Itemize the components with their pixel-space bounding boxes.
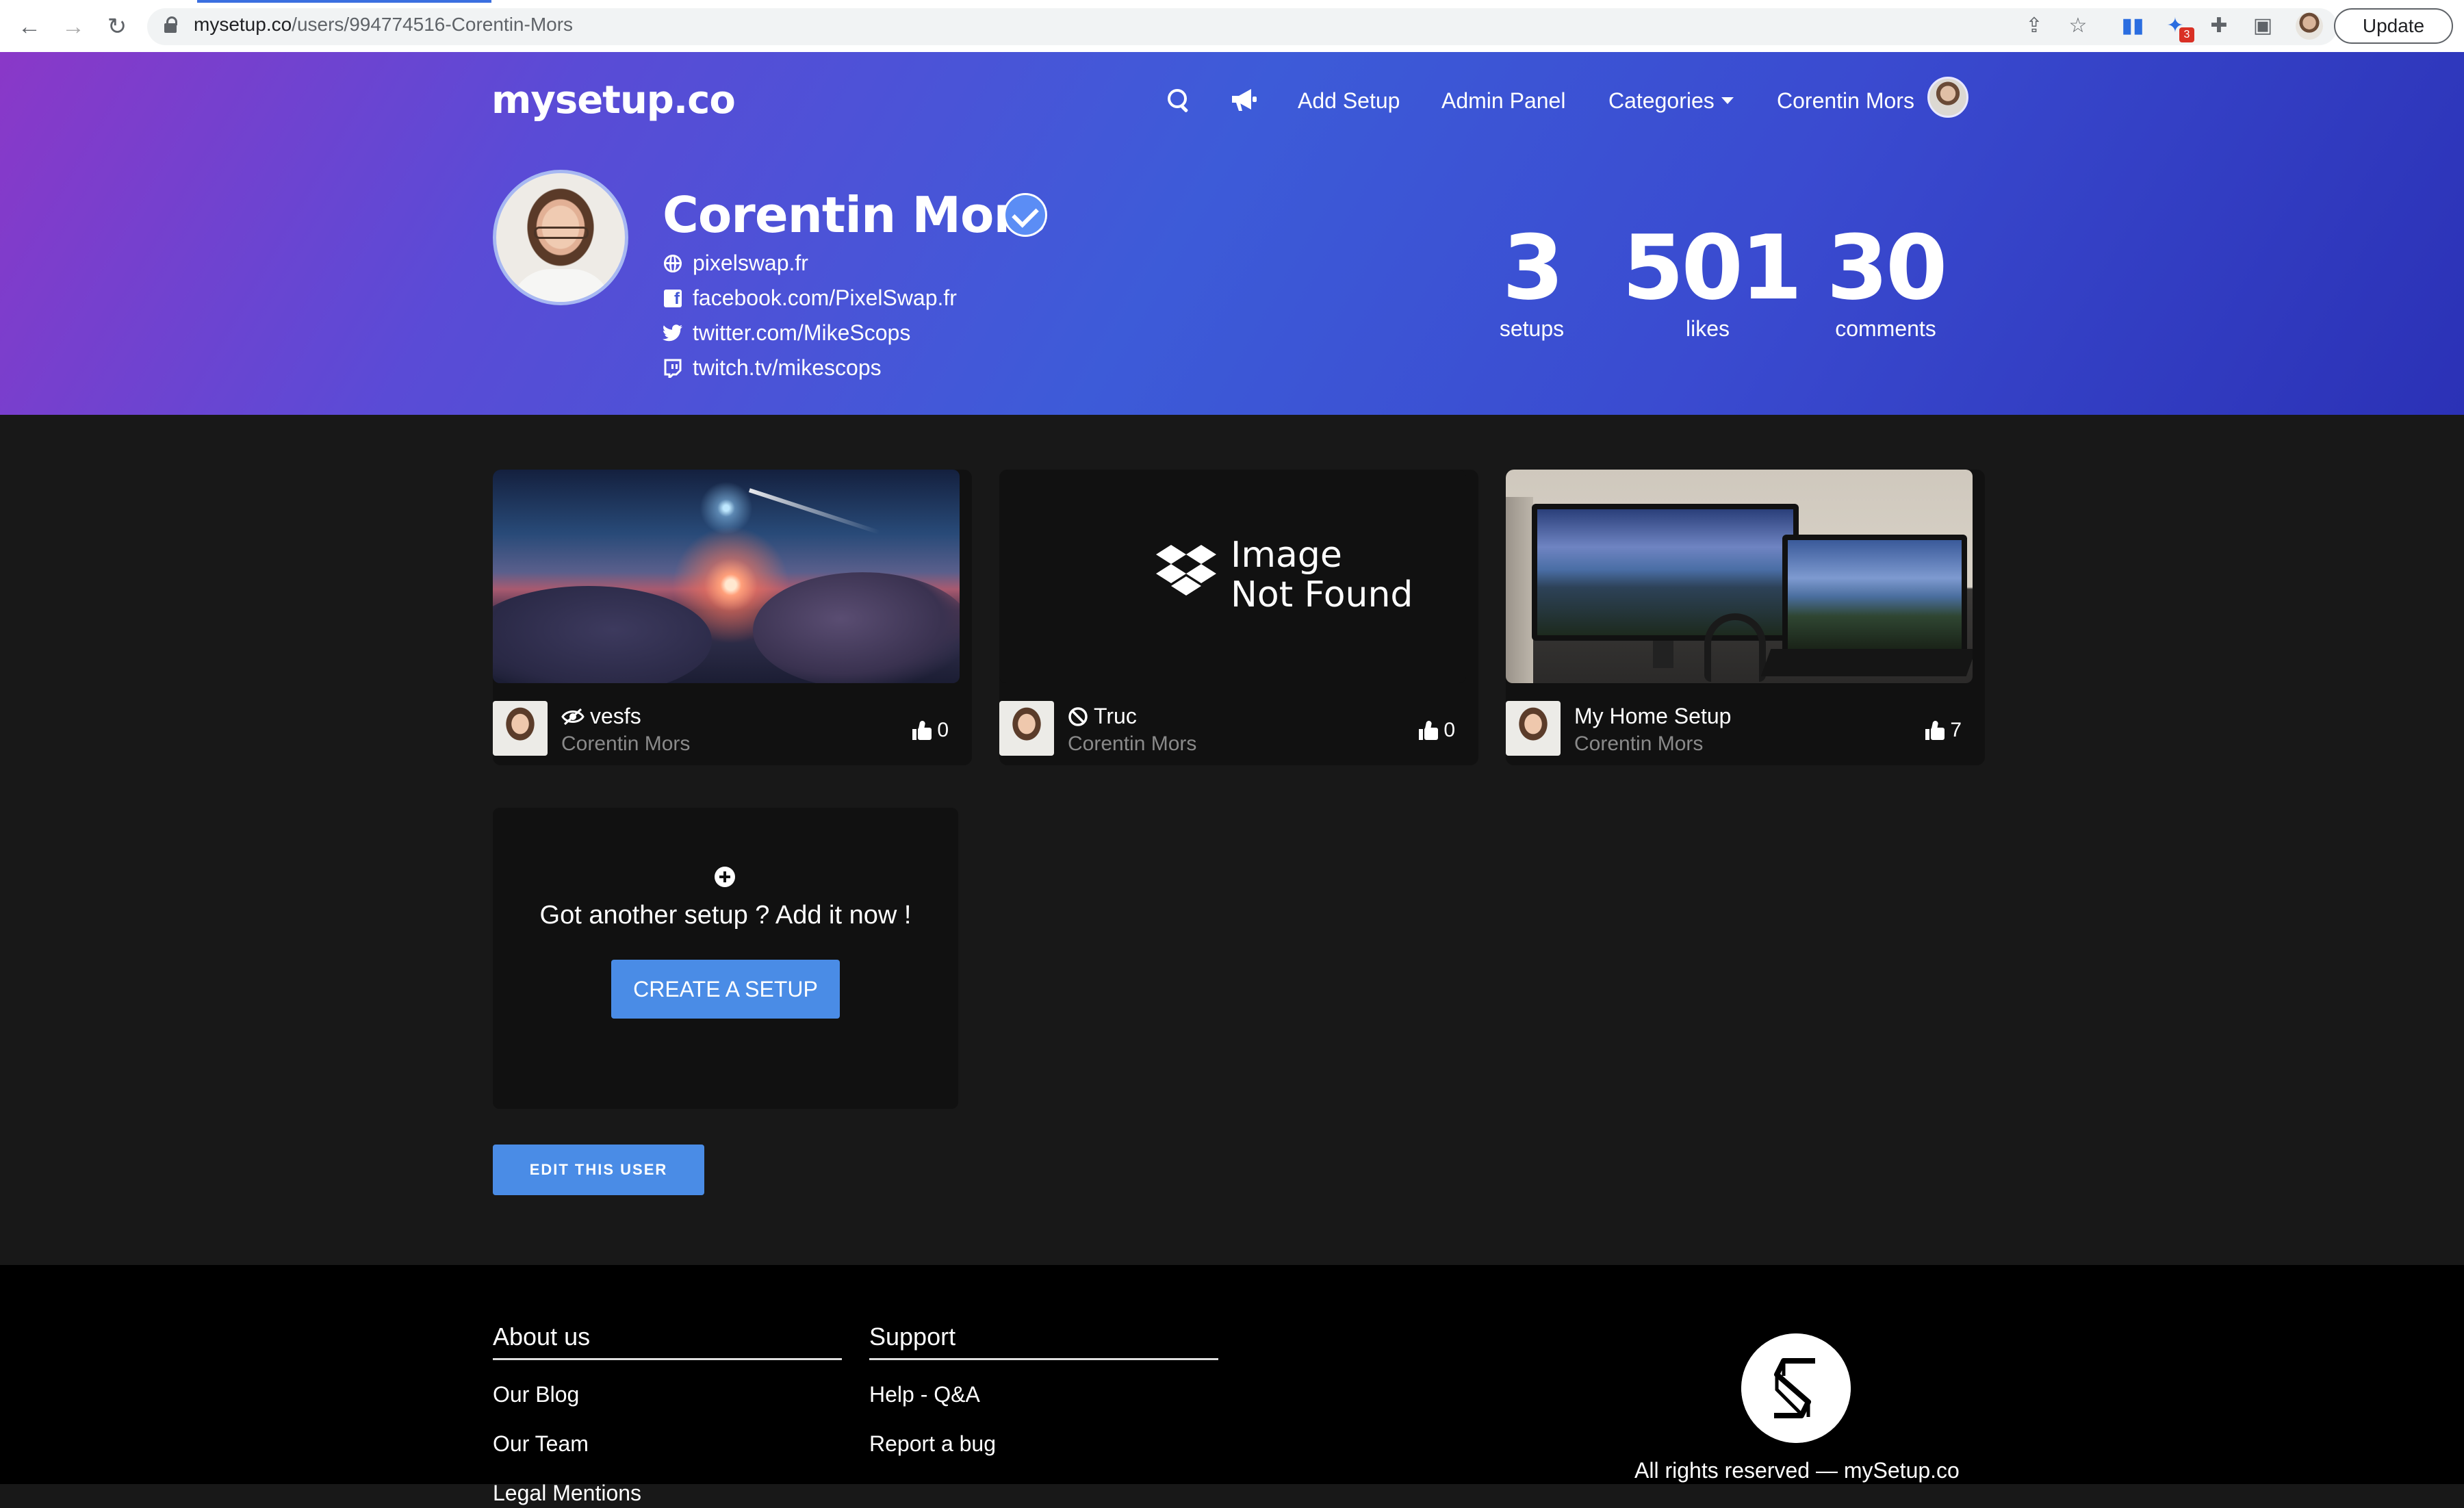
footer-about-heading: About us — [493, 1322, 842, 1360]
footer-link-legal[interactable]: Legal Mentions — [493, 1481, 842, 1508]
create-setup-button[interactable]: CREATE A SETUP — [611, 960, 840, 1019]
share-icon[interactable]: ⇪ — [2020, 12, 2048, 39]
caret-down-icon — [1721, 97, 1734, 104]
setup-likes[interactable]: 0 — [912, 719, 949, 742]
nav-categories[interactable]: Categories — [1608, 84, 1734, 118]
nav-user-menu[interactable]: Corentin Mors — [1777, 84, 1914, 118]
stat-comments: 30 comments — [1826, 216, 1948, 341]
megaphone-icon[interactable] — [1229, 85, 1259, 115]
setup-thumbnail[interactable] — [1506, 470, 1973, 683]
browser-toolbar: ← → ↻ mysetup.co/users/994774516-Corenti… — [0, 0, 2464, 53]
setup-owner[interactable]: Corentin Mors — [1574, 732, 1703, 756]
profile-name: Corentin Mors — [663, 186, 1047, 244]
stat-setups: 3 setups — [1499, 216, 1565, 341]
image-not-found-text: Image Not Found — [1231, 535, 1413, 615]
footer-support-heading: Support — [869, 1322, 1218, 1360]
profile-avatar — [493, 170, 628, 305]
setup-card[interactable]: My Home Setup Corentin Mors 7 — [1506, 470, 1985, 765]
add-setup-prompt: Got another setup ? Add it now ! — [539, 901, 912, 930]
nav-add-setup[interactable]: Add Setup — [1298, 84, 1400, 118]
verified-badge-icon — [1003, 193, 1047, 237]
thumbs-up-icon — [1419, 720, 1439, 740]
ban-icon — [1068, 706, 1088, 726]
back-icon[interactable]: ← — [12, 10, 47, 44]
setup-card-meta: My Home Setup Corentin Mors 7 — [1506, 695, 1985, 757]
reload-icon[interactable]: ↻ — [100, 10, 134, 44]
profile-avatar-icon[interactable] — [2296, 12, 2323, 40]
twitch-icon — [664, 359, 682, 378]
globe-icon — [664, 254, 682, 272]
add-setup-card: Got another setup ? Add it now ! CREATE … — [493, 808, 958, 1109]
setup-thumbnail-missing[interactable]: Image Not Found — [999, 470, 1466, 683]
hidden-eye-icon — [561, 708, 585, 725]
setup-likes[interactable]: 7 — [1925, 719, 1962, 742]
setup-owner[interactable]: Corentin Mors — [561, 732, 690, 756]
profile-link-facebook[interactable]: f facebook.com/PixelSwap.fr — [663, 285, 957, 311]
footer-link-report-bug[interactable]: Report a bug — [869, 1431, 1218, 1459]
profile-link-twitter[interactable]: twitter.com/MikeScops — [663, 320, 910, 346]
setup-thumbnail[interactable] — [493, 470, 960, 683]
profile-header: mysetup.co Add Setup Admin Panel Categor… — [0, 52, 2464, 415]
bookmark-star-icon[interactable]: ☆ — [2064, 12, 2092, 39]
forward-icon[interactable]: → — [56, 10, 90, 44]
nav-admin-panel[interactable]: Admin Panel — [1441, 84, 1565, 118]
side-panel-icon[interactable]: ▣ — [2249, 12, 2276, 39]
footer-link-help[interactable]: Help - Q&A — [869, 1382, 1218, 1409]
thumbs-up-icon — [912, 720, 932, 740]
setup-title[interactable]: My Home Setup — [1574, 704, 1731, 729]
puzzle-icon[interactable]: ✚ — [2205, 12, 2233, 39]
setup-card[interactable]: Image Not Found Truc Corentin Mors 0 — [999, 470, 1478, 765]
dropbox-icon — [1156, 545, 1216, 596]
nav-categories-label: Categories — [1608, 88, 1715, 113]
extension-badge: 3 — [2179, 27, 2194, 42]
search-icon[interactable] — [1166, 88, 1194, 115]
footer-support-column: Support Help - Q&A Report a bug — [869, 1322, 1218, 1459]
footer-link-blog[interactable]: Our Blog — [493, 1382, 842, 1409]
footer: About us Our Blog Our Team Legal Mention… — [0, 1265, 2464, 1505]
mysetup-logo-icon — [1741, 1333, 1851, 1443]
setup-card[interactable]: vesfs Corentin Mors 0 — [493, 470, 972, 765]
update-button[interactable]: Update — [2334, 8, 2453, 44]
url-text[interactable]: mysetup.co/users/994774516-Corentin-Mors — [194, 14, 573, 36]
thumbs-up-icon — [1925, 720, 1945, 740]
stat-likes: 501 likes — [1622, 216, 1802, 341]
nav-user-avatar[interactable] — [1927, 77, 1968, 118]
twitter-icon — [663, 324, 682, 341]
extension-bars-icon[interactable]: ▮▮ — [2119, 12, 2146, 39]
owner-avatar[interactable] — [1506, 701, 1561, 756]
profile-link-website[interactable]: pixelswap.fr — [663, 251, 808, 276]
setup-owner[interactable]: Corentin Mors — [1068, 732, 1196, 756]
site-logo-text[interactable]: mysetup.co — [491, 78, 736, 123]
setup-card-meta: vesfs Corentin Mors 0 — [493, 695, 972, 757]
lock-icon[interactable] — [164, 16, 177, 33]
setup-title[interactable]: vesfs — [561, 704, 641, 729]
footer-copyright: All rights reserved — mySetup.co — [1634, 1458, 1960, 1483]
footer-about-column: About us Our Blog Our Team Legal Mention… — [493, 1322, 842, 1508]
setup-card-meta: Truc Corentin Mors 0 — [999, 695, 1478, 757]
profile-link-twitch[interactable]: twitch.tv/mikescops — [663, 355, 882, 381]
owner-avatar[interactable] — [999, 701, 1054, 756]
footer-link-team[interactable]: Our Team — [493, 1431, 842, 1459]
owner-avatar[interactable] — [493, 701, 548, 756]
loading-bar — [197, 0, 491, 3]
edit-user-button[interactable]: EDIT THIS USER — [493, 1145, 704, 1195]
plus-circle-icon — [715, 867, 735, 887]
setup-likes[interactable]: 0 — [1419, 719, 1455, 742]
setup-title[interactable]: Truc — [1068, 704, 1137, 729]
facebook-icon: f — [664, 289, 682, 307]
